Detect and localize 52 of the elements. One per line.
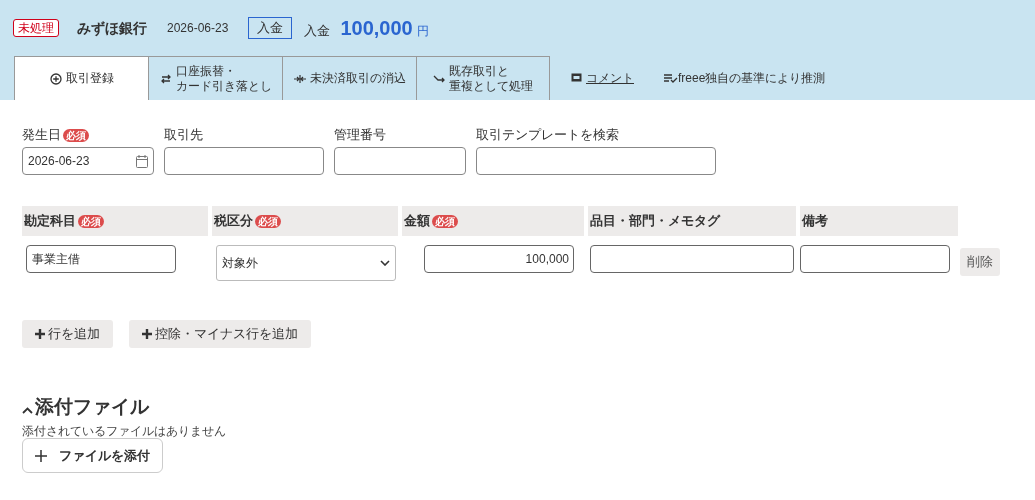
required-badge: 必須 (432, 214, 458, 228)
add-row-button[interactable]: 行を追加 (22, 320, 113, 348)
amount: 100,000 (340, 16, 413, 41)
type-label: 入金 (304, 22, 331, 40)
status-badge: 未処理 (13, 19, 59, 37)
bank-name: みずほ銀行 (77, 18, 147, 38)
amount-field[interactable]: 100,000 (424, 245, 574, 273)
required-badge: 必須 (63, 128, 89, 142)
tab[interactable]: 取引登録 (14, 56, 148, 100)
field-label: 管理番号 (334, 126, 386, 145)
column-label: 備考 (802, 212, 828, 231)
input-field[interactable] (334, 147, 466, 175)
input-field[interactable] (164, 147, 324, 175)
merge-arrows-icon (293, 72, 306, 85)
comment-link[interactable]: コメント (586, 69, 634, 87)
field-label: 取引先 (164, 126, 203, 145)
type-tag: 入金 (248, 17, 293, 39)
required-badge: 必須 (78, 214, 104, 228)
calendar-icon (136, 154, 148, 168)
tab[interactable]: 口座振替・ カード引き落とし (148, 56, 282, 100)
plus-icon (35, 449, 47, 462)
estimate-note: freee独自の基準により推測 (678, 70, 826, 87)
column-label: 税区分 (214, 212, 253, 231)
delete-button[interactable]: 削除 (960, 248, 1000, 276)
input-field[interactable] (800, 245, 950, 273)
transaction-date: 2026-06-23 (167, 20, 229, 37)
tax-select[interactable]: 対象外 (216, 245, 396, 281)
empty-note: 添付されているファイルはありません (22, 424, 227, 438)
tab[interactable]: 未決済取引の消込 (282, 56, 416, 100)
list-check-icon (664, 73, 678, 83)
input-field[interactable] (590, 245, 794, 273)
tab[interactable]: 既存取引と 重複として処理 (416, 56, 550, 100)
plus-circle-icon (49, 72, 62, 85)
plus-icon (35, 329, 45, 339)
input-field[interactable] (476, 147, 716, 175)
column-label: 金額 (404, 212, 430, 231)
column-label: 品目・部門・メモタグ (590, 212, 720, 231)
required-badge: 必須 (255, 214, 281, 228)
section-title: 添付ファイル (35, 396, 149, 418)
currency: 円 (416, 23, 429, 40)
add-row-button[interactable]: 控除・マイナス行を追加 (129, 320, 311, 348)
plus-icon (142, 329, 152, 339)
date-field[interactable]: 2026-06-23 (22, 147, 154, 175)
field-label: 発生日 (22, 126, 61, 145)
account-field[interactable]: 事業主借 (26, 245, 176, 273)
comment-icon (571, 73, 582, 83)
chevron-down-icon (380, 260, 390, 266)
attach-file-button[interactable]: ファイルを添付 (22, 438, 163, 473)
caret-up-icon[interactable] (22, 407, 33, 414)
column-label: 勘定科目 (24, 212, 76, 231)
field-label: 取引テンプレートを検索 (476, 126, 619, 145)
swap-arrows-icon (159, 72, 172, 85)
